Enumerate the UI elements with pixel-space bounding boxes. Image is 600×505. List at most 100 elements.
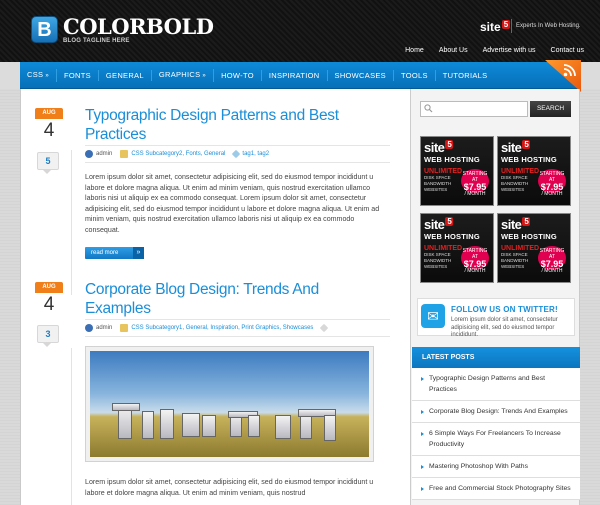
burst-top: STARTING AT	[539, 171, 565, 183]
nav-item-general[interactable]: GENERAL	[99, 70, 152, 81]
price-burst: STARTING AT $7.95/ MONTH	[461, 169, 489, 197]
ad-logo: site 5	[501, 140, 570, 155]
post-divider	[71, 150, 72, 295]
burst-bottom: / MONTH	[464, 191, 486, 197]
post-author[interactable]: admin	[96, 151, 112, 157]
site5-ad[interactable]: site 5 WEB HOSTING UNLIMITED DISK SPACE B…	[420, 213, 494, 283]
top-nav-home[interactable]: Home	[405, 47, 424, 54]
latest-posts-heading: LATEST POSTS	[412, 347, 580, 368]
photo-stone	[182, 413, 200, 437]
ad-digit: 5	[445, 217, 454, 226]
tag-icon	[320, 323, 329, 333]
submenu-arrow-icon: »	[45, 73, 49, 79]
post-excerpt: Lorem ipsum dolor sit amet, consectetur …	[85, 478, 374, 497]
nav-item-graphics[interactable]: GRAPHICS»	[152, 69, 215, 82]
nav-item-label: TOOLS	[400, 71, 428, 80]
nav-item-label: HOW-TO	[221, 71, 254, 80]
ad-features: DISK SPACE BANDWIDTH WEBSITES	[424, 252, 452, 269]
post-categories[interactable]: CSS Subcategory2, Fonts, General	[131, 151, 225, 157]
nav-item-label: TUTORIALS	[442, 71, 488, 80]
nav-item-label: GRAPHICS	[158, 70, 201, 79]
twitter-bird-icon[interactable]: ✉	[421, 304, 445, 328]
folder-icon	[120, 324, 129, 332]
nav-item-label: FONTS	[63, 71, 91, 80]
nav-item-tutorials[interactable]: TUTORIALS	[436, 70, 495, 81]
price-burst: STARTING AT $7.95/ MONTH	[461, 246, 489, 274]
rss-icon[interactable]	[563, 63, 577, 77]
logo-icon[interactable]: B	[31, 16, 58, 43]
latest-post-link[interactable]: Free and Commercial Stock Photography Si…	[412, 478, 580, 500]
search-button[interactable]: SEARCH	[530, 101, 571, 117]
carhenge-photo	[90, 351, 369, 457]
post-title[interactable]: Corporate Blog Design: Trends And Exampl…	[85, 280, 385, 318]
ad-features: DISK SPACE BANDWIDTH WEBSITES	[424, 175, 452, 192]
submenu-arrow-icon: »	[202, 73, 207, 79]
post-meta: admin CSS Subcategory2, Fonts, General t…	[85, 147, 269, 161]
site5-ad[interactable]: site 5 WEB HOSTING UNLIMITED DISK SPACE B…	[497, 213, 571, 283]
burst-bottom: / MONTH	[541, 191, 563, 197]
site5-ad[interactable]: site 5 WEB HOSTING UNLIMITED DISK SPACE B…	[497, 136, 571, 206]
post-day: 4	[43, 294, 55, 315]
author-icon	[85, 150, 93, 158]
burst-bottom: / MONTH	[541, 268, 563, 274]
photo-stone	[275, 415, 291, 439]
top-nav-contact[interactable]: Contact us	[551, 47, 584, 54]
site-logo-text[interactable]: COLORBOLD	[63, 14, 214, 39]
sponsor-tagline: Experts In Web Hosting.	[516, 23, 581, 29]
post-divider	[71, 348, 72, 505]
burst-top: STARTING AT	[539, 248, 565, 260]
photo-stone	[324, 415, 336, 441]
post-month: AUG	[35, 108, 63, 119]
ad-brand: site	[501, 140, 522, 155]
top-nav-about[interactable]: About Us	[439, 47, 468, 54]
post-day: 4	[43, 120, 55, 141]
photo-stone	[160, 409, 174, 439]
sponsor-logo[interactable]: site 5	[480, 20, 511, 34]
ad-title: WEB HOSTING	[424, 232, 480, 241]
nav-item-css[interactable]: CSS»	[20, 69, 57, 82]
top-nav-advertise[interactable]: Advertise with us	[483, 47, 536, 54]
post-meta-divider-top	[85, 145, 390, 146]
nav-item-how-to[interactable]: HOW-TO	[214, 70, 262, 81]
latest-post-link[interactable]: Mastering Photoshop With Paths	[412, 456, 580, 478]
latest-post-link[interactable]: 6 Simple Ways For Freelancers To Increas…	[412, 423, 580, 456]
sponsor-name: site	[480, 20, 501, 34]
search-input[interactable]	[420, 101, 528, 117]
nav-item-showcases[interactable]: SHOWCASES	[328, 70, 394, 81]
ad-brand: site	[501, 217, 522, 232]
post-tags[interactable]: tag1, tag2	[242, 151, 269, 157]
post-categories[interactable]: CSS Subcategory1, General, Inspiration, …	[131, 325, 313, 331]
author-icon	[85, 324, 93, 332]
ad-title: WEB HOSTING	[424, 155, 480, 164]
read-more-button[interactable]: read more	[85, 247, 144, 259]
post-date: AUG 4	[35, 282, 63, 317]
ad-title: WEB HOSTING	[501, 155, 557, 164]
photo-stone	[112, 403, 140, 411]
nav-item-tools[interactable]: TOOLS	[394, 70, 436, 81]
post-featured-image[interactable]	[85, 346, 374, 462]
post-month: AUG	[35, 282, 63, 293]
nav-item-label: INSPIRATION	[268, 71, 320, 80]
burst-bottom: / MONTH	[464, 268, 486, 274]
site5-ad[interactable]: site 5 WEB HOSTING UNLIMITED DISK SPACE B…	[420, 136, 494, 206]
nav-item-fonts[interactable]: FONTS	[57, 70, 99, 81]
site-tagline: BLOG TAGLINE HERE	[63, 38, 130, 44]
nav-item-label: GENERAL	[105, 71, 144, 80]
post-title[interactable]: Typographic Design Patterns and Best Pra…	[85, 106, 385, 144]
ad-features: DISK SPACE BANDWIDTH WEBSITES	[501, 175, 529, 192]
post-meta-divider-bottom	[85, 336, 390, 337]
twitter-title[interactable]: FOLLOW US ON TWITTER!	[451, 305, 558, 314]
post-author[interactable]: admin	[96, 325, 112, 331]
burst-top: STARTING AT	[462, 171, 488, 183]
post-date: AUG 4	[35, 108, 63, 143]
nav-item-label: SHOWCASES	[334, 71, 386, 80]
nav-item-inspiration[interactable]: INSPIRATION	[262, 70, 328, 81]
comment-count[interactable]: 3	[37, 325, 59, 347]
price-burst: STARTING AT $7.95/ MONTH	[538, 246, 566, 274]
latest-post-link[interactable]: Typographic Design Patterns and Best Pra…	[412, 368, 580, 401]
header-divider	[511, 19, 512, 33]
latest-post-link[interactable]: Corporate Blog Design: Trends And Exampl…	[412, 401, 580, 423]
photo-stone	[202, 415, 216, 437]
sponsor-digit: 5	[501, 20, 511, 29]
comment-count[interactable]: 5	[37, 152, 59, 174]
